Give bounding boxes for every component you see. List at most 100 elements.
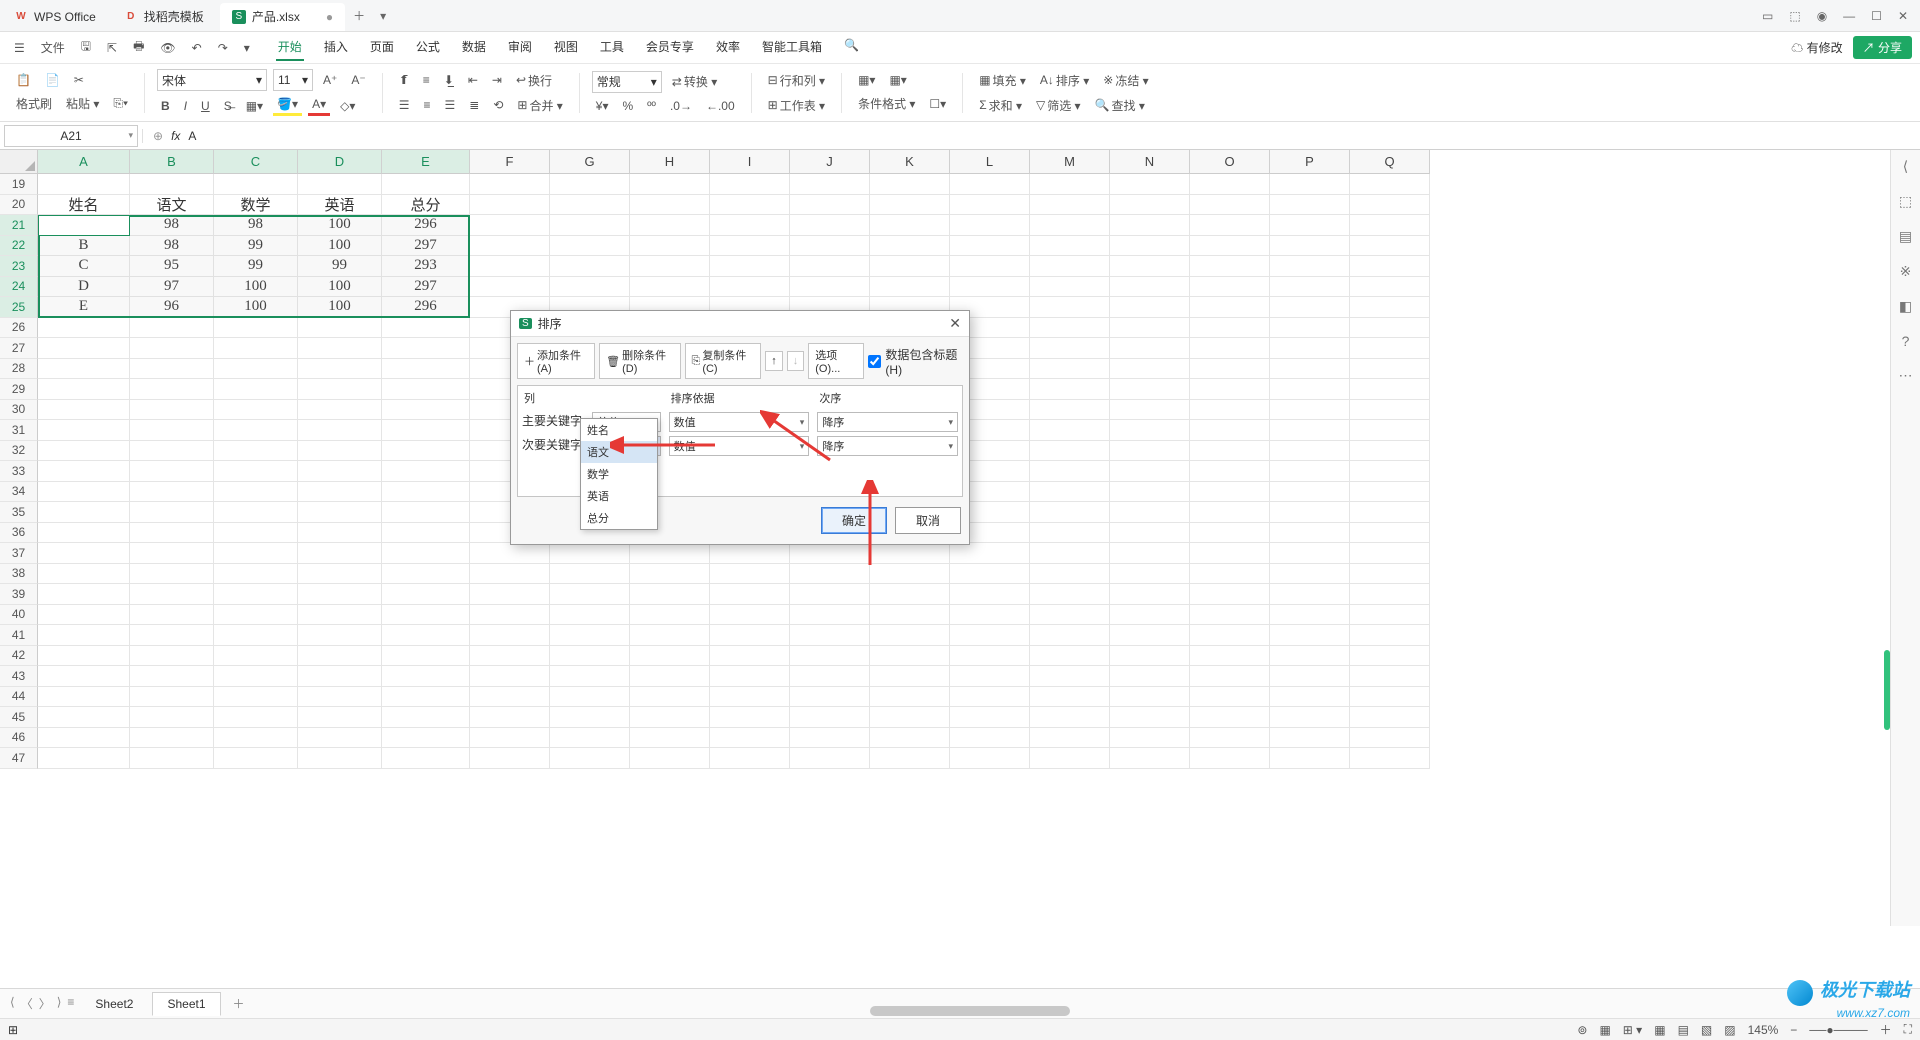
cell[interactable]: [1030, 256, 1110, 277]
close-button[interactable]: ✕: [1898, 9, 1908, 23]
cell[interactable]: [630, 256, 710, 277]
cell[interactable]: 语文: [130, 195, 214, 216]
column-header[interactable]: G: [550, 150, 630, 174]
cell[interactable]: [38, 420, 130, 441]
highlight-icon[interactable]: ◇▾: [336, 97, 359, 115]
cell[interactable]: [1030, 420, 1110, 441]
cell[interactable]: [1190, 748, 1270, 769]
add-sheet-button[interactable]: ＋: [225, 995, 253, 1012]
cell[interactable]: [950, 236, 1030, 257]
cell[interactable]: 100: [298, 297, 382, 318]
row-header[interactable]: 38: [0, 564, 38, 585]
cell[interactable]: [950, 564, 1030, 585]
cell[interactable]: [550, 256, 630, 277]
cell[interactable]: [710, 277, 790, 298]
cell[interactable]: [1110, 379, 1190, 400]
fullscreen-icon[interactable]: ⛶: [1904, 1022, 1912, 1037]
row-header[interactable]: 42: [0, 646, 38, 667]
row-header[interactable]: 25: [0, 297, 38, 318]
cell[interactable]: [298, 646, 382, 667]
cell[interactable]: [1190, 195, 1270, 216]
tab-menu-button[interactable]: ▾: [371, 9, 395, 23]
cell[interactable]: [214, 728, 298, 749]
cell[interactable]: [950, 174, 1030, 195]
fx-icon[interactable]: fx: [171, 129, 180, 143]
cell[interactable]: [1270, 174, 1350, 195]
cell[interactable]: [630, 564, 710, 585]
cell[interactable]: [790, 605, 870, 626]
cell[interactable]: [550, 728, 630, 749]
cell[interactable]: [1190, 400, 1270, 421]
cell[interactable]: [870, 564, 950, 585]
cell[interactable]: [470, 215, 550, 236]
cell[interactable]: [1110, 338, 1190, 359]
tab-data[interactable]: 数据: [460, 34, 488, 61]
formula-input[interactable]: A: [188, 129, 1910, 143]
cell[interactable]: [950, 687, 1030, 708]
cell[interactable]: [1110, 441, 1190, 462]
cell[interactable]: [550, 277, 630, 298]
cell[interactable]: [1190, 625, 1270, 646]
table-style-icon[interactable]: ▦▾: [854, 71, 879, 89]
name-box[interactable]: A21▾: [4, 125, 138, 147]
row-header[interactable]: 43: [0, 666, 38, 687]
panel-symbol-icon[interactable]: ※: [1900, 263, 1912, 280]
increase-font-icon[interactable]: A⁺: [319, 71, 341, 89]
cell[interactable]: [870, 707, 950, 728]
cell[interactable]: [1350, 666, 1430, 687]
cell[interactable]: 296: [382, 215, 470, 236]
cell[interactable]: [1190, 646, 1270, 667]
cell[interactable]: [298, 461, 382, 482]
underline-icon[interactable]: U: [197, 97, 214, 115]
cell[interactable]: [550, 195, 630, 216]
currency-icon[interactable]: ¥▾: [592, 97, 613, 115]
maximize-button[interactable]: ☐: [1871, 9, 1882, 23]
cell[interactable]: [550, 687, 630, 708]
cell[interactable]: [1270, 748, 1350, 769]
cell[interactable]: [130, 523, 214, 544]
cell[interactable]: [950, 195, 1030, 216]
cell[interactable]: [1270, 482, 1350, 503]
cell[interactable]: [870, 543, 950, 564]
dropdown-item[interactable]: 英语: [581, 485, 657, 507]
cell[interactable]: [1350, 728, 1430, 749]
row-header[interactable]: 20: [0, 195, 38, 216]
cell[interactable]: [1270, 256, 1350, 277]
horizontal-scrollbar[interactable]: [870, 1004, 1890, 1018]
menu-icon[interactable]: ☰: [8, 37, 31, 59]
cell[interactable]: [870, 195, 950, 216]
cell[interactable]: [470, 236, 550, 257]
cell[interactable]: [1030, 400, 1110, 421]
cell[interactable]: [630, 195, 710, 216]
cell[interactable]: [382, 461, 470, 482]
ok-button[interactable]: 确定: [821, 507, 887, 534]
cell[interactable]: [1110, 420, 1190, 441]
row-header[interactable]: 39: [0, 584, 38, 605]
row-header[interactable]: 30: [0, 400, 38, 421]
cell[interactable]: [1110, 728, 1190, 749]
cell[interactable]: [550, 543, 630, 564]
secondary-sortby-select[interactable]: 数值▾: [669, 436, 810, 456]
cell[interactable]: [790, 646, 870, 667]
row-header[interactable]: 19: [0, 174, 38, 195]
cell[interactable]: [470, 584, 550, 605]
column-header[interactable]: Q: [1350, 150, 1430, 174]
cell[interactable]: [298, 523, 382, 544]
cell[interactable]: [130, 420, 214, 441]
sheet-first-icon[interactable]: ⟨: [8, 995, 17, 1012]
wrap-text[interactable]: ↩ 换行: [512, 70, 556, 91]
cell[interactable]: [790, 748, 870, 769]
cell[interactable]: [470, 707, 550, 728]
orientation-icon[interactable]: ⟲: [489, 96, 507, 114]
cell[interactable]: [382, 174, 470, 195]
cancel-button[interactable]: 取消: [895, 507, 961, 534]
sheet-next-icon[interactable]: 〉: [37, 995, 53, 1012]
cell[interactable]: [298, 400, 382, 421]
cell[interactable]: [382, 748, 470, 769]
column-header[interactable]: J: [790, 150, 870, 174]
secondary-order-select[interactable]: 降序▾: [817, 436, 958, 456]
sheet-list-icon[interactable]: ≡: [65, 995, 76, 1012]
cell[interactable]: [214, 707, 298, 728]
cell[interactable]: [38, 666, 130, 687]
cell[interactable]: [550, 236, 630, 257]
